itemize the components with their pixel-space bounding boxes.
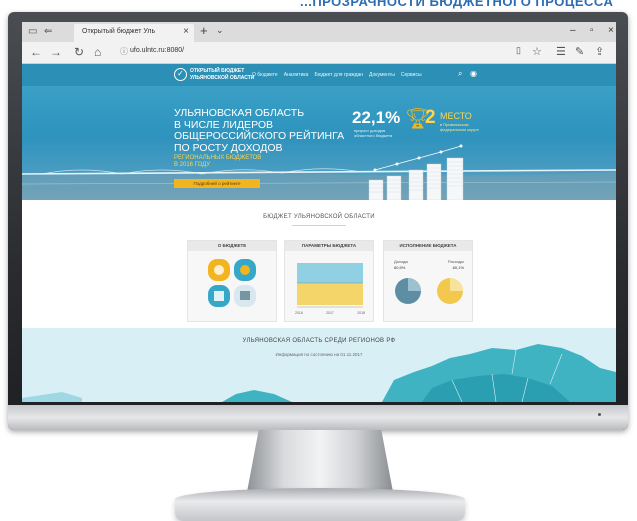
hero-subtitle: РЕГИОНАЛЬНЫХ БЮДЖЕТОВ В 2016 ГОДУ — [174, 155, 261, 169]
card-title: ИСПОЛНЕНИЕ БЮДЖЕТА — [384, 241, 472, 251]
card-title: ПАРАМЕТРЫ БЮДЖЕТА — [285, 241, 373, 251]
expense-label: Расходы — [447, 259, 464, 264]
refresh-icon[interactable]: ↻ — [74, 45, 84, 59]
back-tabs-icon[interactable]: ⇐ — [44, 26, 52, 37]
hero-title-line: ОБЩЕРОССИЙСКОГО РЕЙТИНГА — [174, 130, 345, 142]
home-icon[interactable]: ⌂ — [94, 45, 101, 59]
site-header: ✓ ОТКРЫТЫЙ БЮДЖЕТ УЛЬЯНОВСКОЙ ОБЛАСТИ О … — [22, 64, 616, 86]
pen-icon[interactable]: ✎ — [575, 45, 584, 58]
growth-bars-illustration — [368, 144, 464, 200]
tab-close-icon[interactable]: × — [183, 26, 189, 37]
budget-section-title: БЮДЖЕТ УЛЬЯНОВСКОЙ ОБЛАСТИ — [263, 214, 375, 220]
monitor-chin — [8, 405, 628, 430]
income-label: Доходы — [394, 259, 409, 264]
caption-line: федеральном округе — [440, 127, 479, 132]
monitor-screen: ▭ ⇐ Открытый бюджет Уль × + ⌄ – ▫ × ← → … — [22, 22, 616, 402]
accessibility-eye-icon[interactable]: ◉ — [470, 69, 477, 78]
address-bar: ← → ↻ ⌂ ⓘ ufo.ulntc.ru:8080/ ▯ ☆ ☰ ✎ ⇪ — [22, 42, 616, 64]
hero-title-line: ПО РОСТУ ДОХОДОВ — [174, 141, 283, 154]
tab-bar: ▭ ⇐ Открытый бюджет Уль × + ⌄ – ▫ × — [22, 22, 616, 42]
share-icon[interactable]: ⇪ — [595, 45, 604, 58]
info-icon: ⓘ — [120, 47, 128, 56]
slide-header: ...ПРОЗРАЧНОСТИ БЮДЖЕТНОГО ПРОЦЕССА — [300, 0, 614, 9]
main-nav: О бюджете Аналитика Бюджет для граждан Д… — [252, 72, 422, 78]
year-axis: 2016 2017 2018 — [295, 311, 365, 315]
slide: ...ПРОЗРАЧНОСТИ БЮДЖЕТНОГО ПРОЦЕССА ▭ ⇐ … — [0, 0, 637, 521]
execution-labels: Доходы Расходы — [394, 259, 464, 264]
url-input[interactable]: ufo.ulntc.ru:8080/ — [130, 47, 184, 54]
power-indicator — [598, 413, 601, 416]
nav-item-services[interactable]: Сервисы — [401, 72, 422, 78]
regions-section: УЛЬЯНОВСКАЯ ОБЛАСТЬ СРЕДИ РЕГИОНОВ РФ Ин… — [22, 328, 616, 402]
card-title: О БЮДЖЕТЕ — [188, 241, 276, 251]
place-word: МЕСТО — [440, 111, 472, 121]
execution-values: 80,5% 80,1% — [394, 265, 464, 270]
year-label: 2018 — [357, 311, 365, 315]
budget-tiles-illustration — [208, 259, 256, 307]
back-arrow-icon[interactable]: ← — [30, 45, 42, 59]
reading-view-icon[interactable]: ▯ — [516, 45, 521, 56]
hero-banner: УЛЬЯНОВСКАЯ ОБЛАСТЬ В ЧИСЛЕ ЛИДЕРОВ ОБЩЕ… — [22, 86, 616, 200]
execution-pies — [395, 278, 463, 304]
favorites-list-icon[interactable]: ☰ — [556, 45, 566, 58]
new-tab-icon[interactable]: + — [200, 23, 208, 38]
year-label: 2016 — [295, 311, 303, 315]
tab-title: Открытый бюджет Уль — [82, 28, 156, 35]
section-divider — [292, 225, 346, 226]
nav-item-about[interactable]: О бюджете — [252, 72, 278, 78]
nav-item-analytics[interactable]: Аналитика — [284, 72, 309, 78]
card-budget-execution[interactable]: ИСПОЛНЕНИЕ БЮДЖЕТА Доходы Расходы 80,5% … — [383, 240, 473, 322]
caption-line: областного бюджета — [354, 133, 393, 138]
card-about-budget[interactable]: О БЮДЖЕТЕ — [187, 240, 277, 322]
regions-section-title: УЛЬЯНОВСКАЯ ОБЛАСТЬ СРЕДИ РЕГИОНОВ РФ — [242, 338, 396, 344]
site-logo[interactable]: ОТКРЫТЫЙ БЮДЖЕТ УЛЬЯНОВСКОЙ ОБЛАСТИ — [190, 68, 254, 81]
browser-tab[interactable]: Открытый бюджет Уль × — [74, 24, 194, 42]
logo-check-icon[interactable]: ✓ — [174, 68, 187, 81]
tab-list-icon[interactable]: ▭ — [28, 26, 37, 37]
monitor-stand-neck — [247, 430, 393, 492]
close-window-icon[interactable]: × — [608, 25, 614, 36]
favorite-star-icon[interactable]: ☆ — [532, 45, 542, 58]
card-budget-params[interactable]: ПАРАМЕТРЫ БЮДЖЕТА 2016 2017 2018 — [284, 240, 374, 322]
income-percent: 80,5% — [394, 265, 406, 270]
regions-date-note: Информация по состоянию на 01.11.2017 — [275, 352, 363, 357]
place-caption: в Приволжском федеральном округе — [440, 122, 479, 132]
minimize-icon[interactable]: – — [570, 25, 576, 36]
rating-details-button[interactable]: Подробней о рейтинге — [174, 179, 260, 188]
year-label: 2017 — [326, 311, 334, 315]
growth-stat-value: 22,1% — [352, 108, 401, 127]
hero-subtitle-line: В 2016 ГОДУ — [174, 162, 211, 168]
chevron-down-icon[interactable]: ⌄ — [216, 25, 224, 36]
maximize-icon[interactable]: ▫ — [590, 25, 594, 36]
expense-percent: 80,1% — [452, 265, 464, 270]
search-icon[interactable]: ⌕ — [458, 69, 462, 79]
growth-stat-caption: прирост доходов областного бюджета — [354, 128, 392, 138]
nav-item-citizens[interactable]: Бюджет для граждан — [314, 72, 363, 78]
hero-subtitle-line: РЕГИОНАЛЬНЫХ БЮДЖЕТОВ — [174, 155, 262, 161]
nav-item-documents[interactable]: Документы — [369, 72, 395, 78]
monitor-stand-base — [175, 488, 465, 521]
hero-title-line: УЛЬЯНОВСКАЯ ОБЛАСТЬ — [174, 107, 305, 119]
hero-title: УЛЬЯНОВСКАЯ ОБЛАСТЬ В ЧИСЛЕ ЛИДЕРОВ ОБЩЕ… — [174, 107, 345, 154]
place-number: 2 — [425, 107, 436, 128]
forward-arrow-icon[interactable]: → — [50, 45, 62, 59]
logo-line-2: УЛЬЯНОВСКОЙ ОБЛАСТИ — [190, 74, 255, 81]
